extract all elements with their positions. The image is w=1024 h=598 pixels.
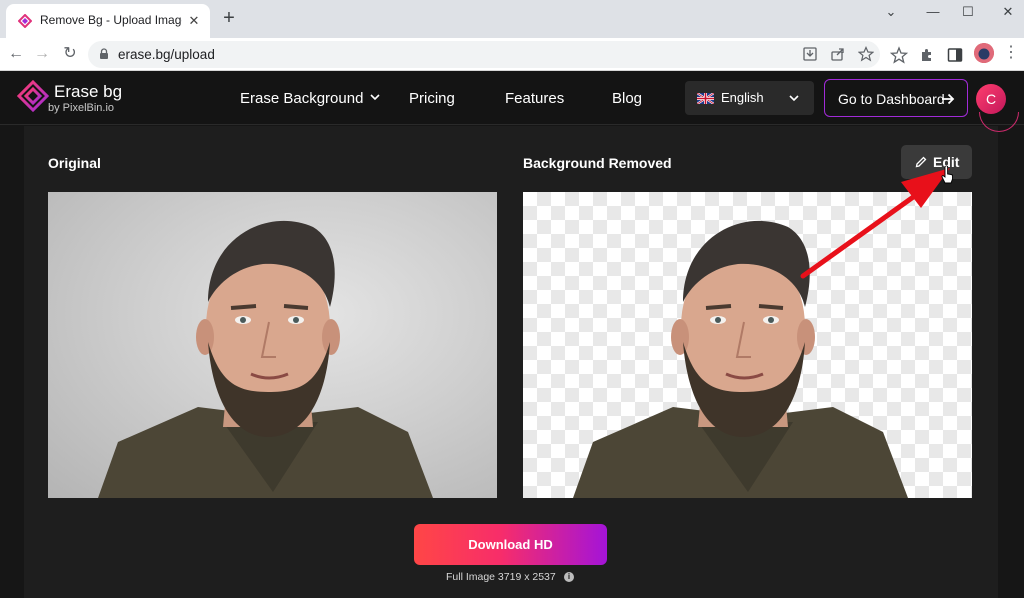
browser-toolbar: ← → ↻ erase.bg/upload xyxy=(0,38,1024,71)
chevron-down-icon xyxy=(789,95,799,102)
back-button[interactable]: ← xyxy=(4,42,28,66)
share-icon[interactable] xyxy=(830,46,846,62)
chevron-down-icon[interactable]: ⌄ xyxy=(880,4,902,20)
bookmark-star-icon[interactable] xyxy=(858,46,874,62)
arrow-right-icon xyxy=(942,93,955,105)
download-hd-button[interactable]: Download HD xyxy=(414,524,607,565)
minimize-button[interactable]: — xyxy=(922,4,944,20)
language-label: English xyxy=(721,90,764,105)
maximize-button[interactable]: ☐ xyxy=(957,4,979,20)
forward-button[interactable]: → xyxy=(30,42,54,66)
info-icon[interactable]: i xyxy=(564,572,574,582)
profile-avatar[interactable] xyxy=(974,43,994,63)
url-text[interactable]: erase.bg/upload xyxy=(118,47,215,62)
download-icon[interactable] xyxy=(802,46,818,62)
dashboard-label: Go to Dashboard xyxy=(838,91,945,107)
lock-icon xyxy=(100,48,108,59)
logo-subtitle: by PixelBin.io xyxy=(48,102,115,114)
annotation-arrow-icon xyxy=(800,168,950,279)
nav-features[interactable]: Features xyxy=(505,90,564,107)
new-tab-button[interactable]: + xyxy=(218,8,240,30)
original-label: Original xyxy=(48,155,101,171)
reload-button[interactable]: ↻ xyxy=(58,42,82,66)
portrait-original xyxy=(98,220,433,498)
address-bar[interactable]: erase.bg/upload xyxy=(88,41,880,68)
original-image xyxy=(48,192,497,498)
hand-cursor-icon xyxy=(941,166,953,184)
logo-title[interactable]: Erase bg xyxy=(54,82,122,102)
extensions-puzzle-icon[interactable] xyxy=(918,46,936,64)
nav-blog[interactable]: Blog xyxy=(612,90,642,107)
profile-picture-icon xyxy=(974,43,994,63)
star-icon[interactable] xyxy=(890,46,908,64)
uk-flag-icon xyxy=(697,93,714,104)
browser-tab-strip: Remove Bg - Upload Images f ✕ + ⌄ — ☐ ✕ xyxy=(0,0,1024,38)
side-panel-icon[interactable] xyxy=(946,46,964,64)
image-size-text: Full Image 3719 x 2537 xyxy=(446,571,556,583)
go-to-dashboard-button[interactable]: Go to Dashboard xyxy=(824,79,968,117)
browser-tab[interactable]: Remove Bg - Upload Images f ✕ xyxy=(6,4,210,38)
site-header: Erase bg by PixelBin.io Erase Background… xyxy=(0,71,1024,125)
language-selector[interactable]: English xyxy=(685,81,814,115)
tab-title: Remove Bg - Upload Images f xyxy=(40,13,182,27)
download-label: Download HD xyxy=(468,537,553,552)
erase-bg-logo-icon[interactable] xyxy=(17,80,49,112)
tab-close-icon[interactable]: ✕ xyxy=(186,13,202,29)
nav-pricing[interactable]: Pricing xyxy=(409,90,455,107)
close-window-button[interactable]: ✕ xyxy=(997,4,1019,20)
erase-bg-favicon-icon xyxy=(18,14,32,28)
user-avatar[interactable]: C xyxy=(976,84,1006,114)
browser-menu-icon[interactable]: ⋮ xyxy=(1003,44,1019,62)
background-removed-label: Background Removed xyxy=(523,155,672,171)
chevron-down-icon[interactable] xyxy=(369,91,381,103)
nav-erase-background[interactable]: Erase Background xyxy=(240,90,363,107)
